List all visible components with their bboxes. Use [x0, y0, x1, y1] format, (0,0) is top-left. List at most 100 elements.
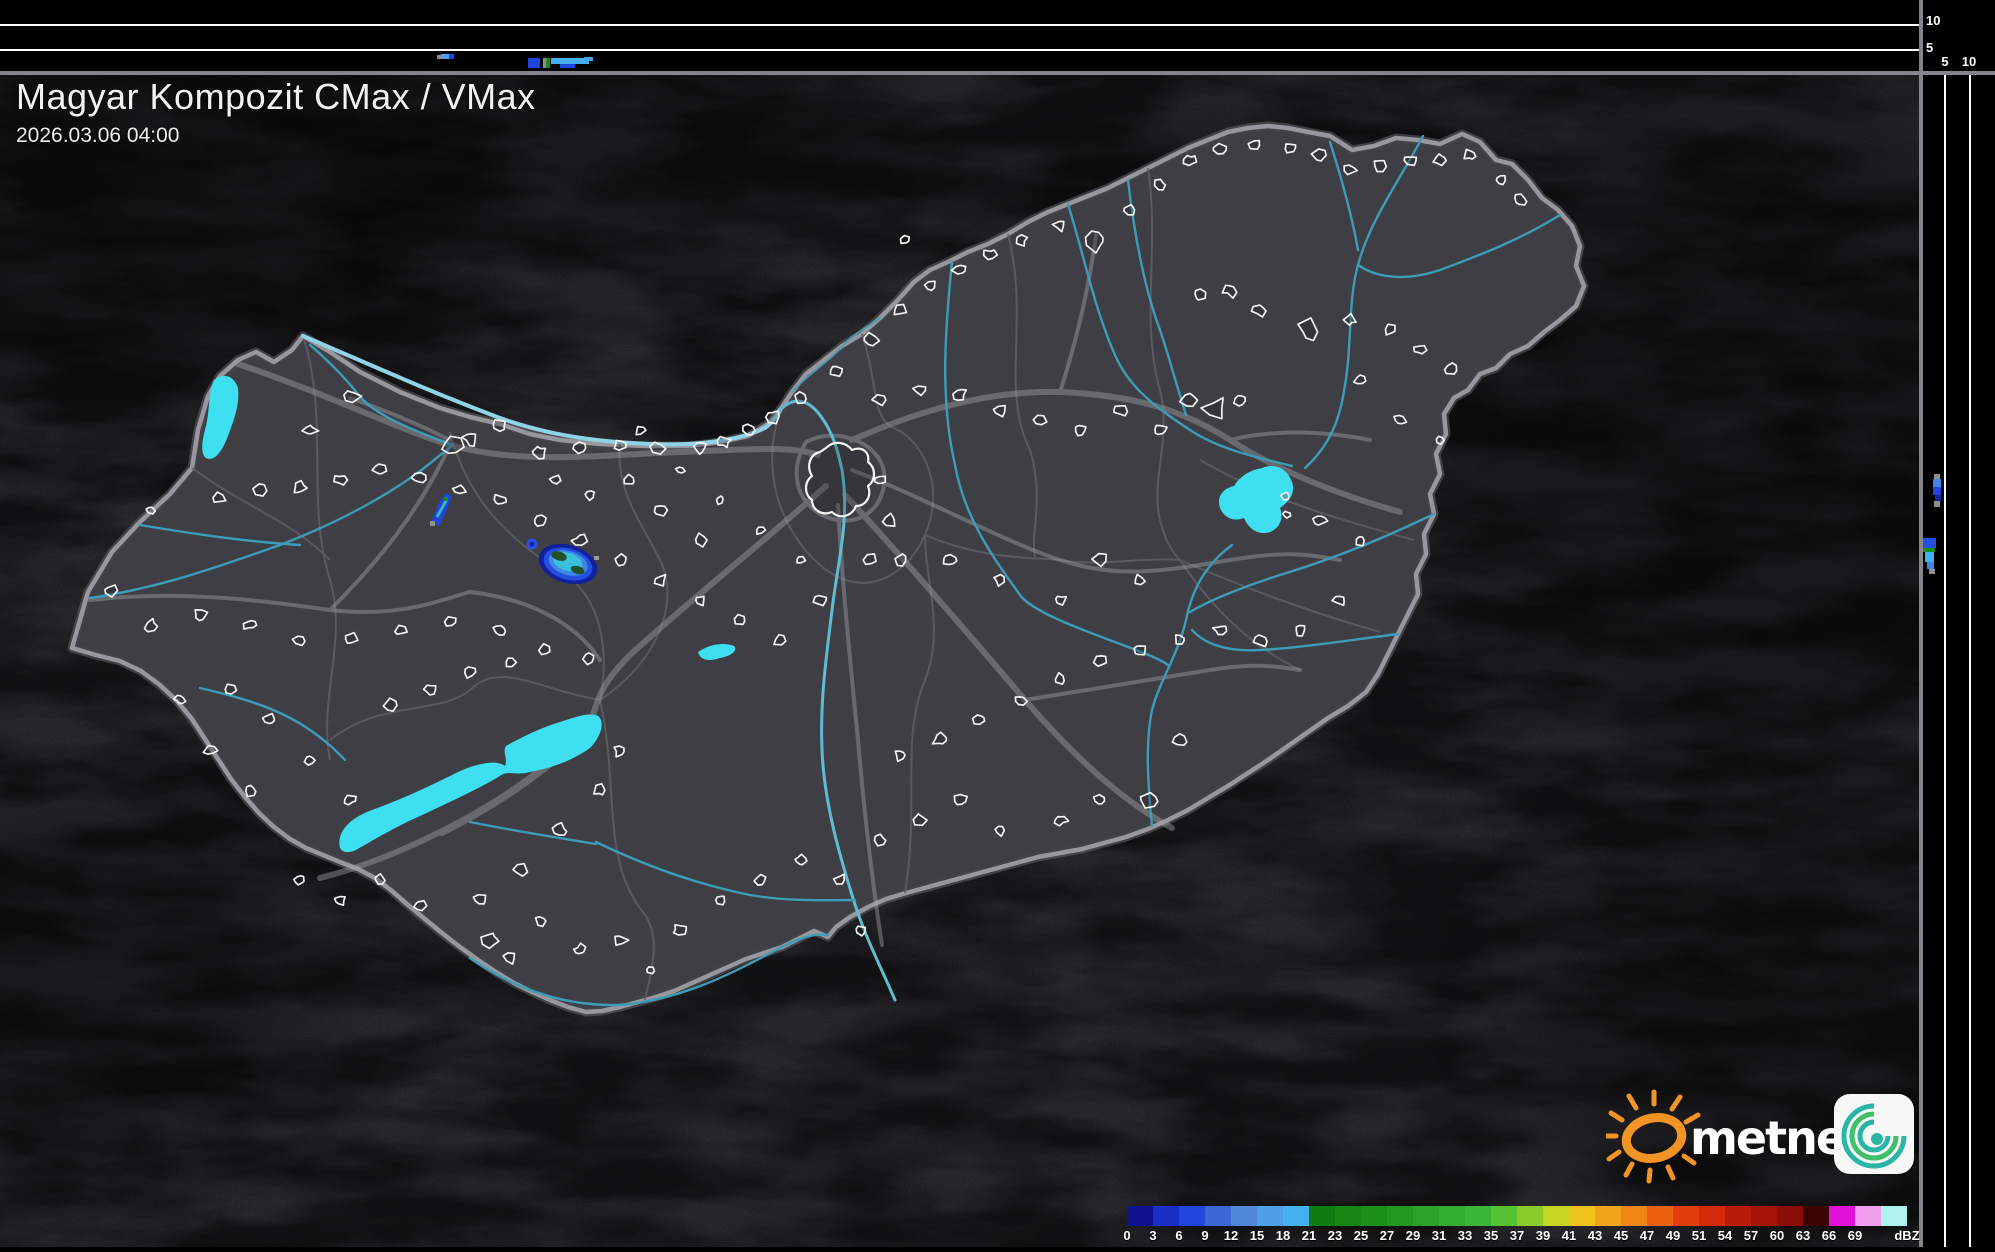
echo-profile-mark: [1923, 538, 1936, 548]
city-outline: [646, 966, 656, 975]
city-outline: [653, 505, 669, 517]
city-outline: [1174, 634, 1185, 645]
color-swatch: [1335, 1206, 1361, 1226]
city-outline: [829, 365, 844, 378]
panel-divider-vertical: [1919, 0, 1923, 1247]
page-title: Magyar Kompozit CMax / VMax: [16, 76, 536, 117]
radar-app-screen: { "header": { "title": "Magyar Kompozit …: [0, 0, 1995, 1247]
city-outline: [1284, 143, 1297, 154]
color-swatch: [1283, 1206, 1309, 1226]
color-swatch: [1621, 1206, 1647, 1226]
city-outline: [1355, 535, 1366, 547]
right-axis-label-5: 5: [1941, 54, 1949, 69]
scale-tick-label: 27: [1379, 1228, 1395, 1243]
echo-profile-mark: [560, 64, 575, 68]
city-outline: [1295, 624, 1306, 637]
city-outline: [443, 615, 457, 627]
echo-profile-mark: [449, 54, 454, 59]
city-outline: [492, 419, 507, 433]
scale-tick-label: 9: [1201, 1228, 1209, 1243]
scale-tick-label: 15: [1249, 1228, 1265, 1243]
city-outline: [533, 514, 547, 528]
color-swatch: [1387, 1206, 1413, 1226]
city-outline: [224, 683, 238, 695]
scale-tick-label: 69: [1847, 1228, 1863, 1243]
echo-profile-mark: [1933, 487, 1941, 495]
color-swatch: [1257, 1206, 1283, 1226]
top-axis-label-10: 10: [1926, 13, 1941, 28]
echo-profile-mark: [1925, 552, 1934, 562]
sun-icon: [1602, 1089, 1701, 1184]
city-outline: [1495, 174, 1507, 186]
scale-tick-label: 54: [1717, 1228, 1733, 1243]
scale-unit-label: dBZ: [1894, 1228, 1920, 1243]
city-outline: [1373, 159, 1388, 173]
scale-tick-label: 49: [1665, 1228, 1681, 1243]
timestamp: 2026.03.06 04:00: [16, 124, 180, 147]
city-outline: [613, 745, 625, 758]
color-swatch: [1231, 1206, 1257, 1226]
city-outline: [893, 303, 908, 316]
color-swatch: [1673, 1206, 1699, 1226]
scale-tick-label: 6: [1175, 1228, 1183, 1243]
right-profile-strip: [1923, 0, 1995, 1247]
city-outline: [1194, 288, 1207, 301]
city-outline: [733, 613, 746, 626]
dbz-color-scale: 0 3 6 9 12 15 18 21 23 25 27 29 31 33 35 37 39 41 43 45 47 49…: [1123, 1206, 1920, 1244]
color-swatch: [1725, 1206, 1751, 1226]
city-outline: [1133, 645, 1147, 656]
echo-profile-mark: [1933, 479, 1941, 487]
scale-tick-label: 35: [1483, 1228, 1499, 1243]
right-axis-label-10: 10: [1961, 54, 1977, 69]
city-outline: [1435, 435, 1445, 446]
metnet-logo: metnet: [1602, 1082, 1916, 1186]
scale-tick-label: 18: [1275, 1228, 1291, 1243]
city-outline: [794, 390, 808, 405]
map-header: Magyar Kompozit CMax / VMax 2026.03.06 0…: [16, 76, 536, 148]
echo-profile-mark: [1934, 501, 1940, 507]
scale-tick-label: 47: [1639, 1228, 1655, 1243]
right-gridline-10: [1969, 75, 1971, 1247]
city-outline: [764, 410, 780, 425]
city-outline: [534, 915, 547, 928]
city-outline: [899, 234, 911, 245]
color-swatch: [1413, 1206, 1439, 1226]
city-outline: [672, 923, 688, 936]
scale-tick-label: 37: [1509, 1228, 1525, 1243]
city-outline: [715, 495, 724, 506]
color-scale-swatches: [1127, 1206, 1917, 1226]
map-canvas: [0, 20, 1995, 1247]
city-outline: [971, 714, 986, 726]
scale-tick-label: 29: [1405, 1228, 1421, 1243]
scale-tick-label: 23: [1327, 1228, 1343, 1243]
echo-profile-mark: [584, 57, 593, 61]
color-swatch: [1543, 1206, 1569, 1226]
color-swatch: [1699, 1206, 1725, 1226]
color-swatch: [1491, 1206, 1517, 1226]
echo-profile-mark: [1927, 562, 1934, 569]
city-outline: [873, 475, 887, 485]
city-outline: [145, 506, 157, 515]
color-swatch: [1205, 1206, 1231, 1226]
echo-profile-mark: [1929, 569, 1935, 574]
top-profile-strip: [0, 0, 1919, 71]
city-outline: [1232, 394, 1247, 407]
echo-profile-mark: [441, 54, 449, 59]
scale-tick-label: 41: [1561, 1228, 1577, 1243]
color-swatch: [1829, 1206, 1855, 1226]
right-gridline-5: [1944, 75, 1946, 1247]
scale-tick-label: 43: [1587, 1228, 1603, 1243]
city-outline: [593, 782, 606, 796]
top-axis-label-5: 5: [1926, 40, 1934, 55]
radar-map: [0, 20, 1995, 1247]
color-swatch: [1361, 1206, 1387, 1226]
top-gridline-5: [0, 49, 1919, 51]
scale-tick-label: 33: [1457, 1228, 1473, 1243]
city-outline: [714, 895, 726, 906]
color-swatch: [1881, 1206, 1907, 1226]
city-outline: [796, 555, 807, 564]
color-swatch: [1309, 1206, 1335, 1226]
city-outline: [613, 439, 627, 452]
scale-tick-label: 21: [1301, 1228, 1317, 1243]
color-swatch: [1439, 1206, 1465, 1226]
